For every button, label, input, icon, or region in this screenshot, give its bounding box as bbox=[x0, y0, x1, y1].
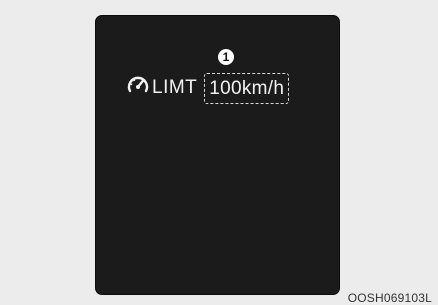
cluster-display: 1 LIMT 100km/h bbox=[95, 15, 340, 295]
speedometer-icon bbox=[126, 74, 150, 96]
figure-code: OOSH069103L bbox=[347, 291, 432, 305]
limit-value: 100km/h bbox=[204, 72, 290, 104]
speed-limit-row: LIMT 100km/h bbox=[126, 70, 290, 106]
callout-marker: 1 bbox=[218, 49, 234, 65]
limit-label: LIMT bbox=[152, 77, 198, 98]
